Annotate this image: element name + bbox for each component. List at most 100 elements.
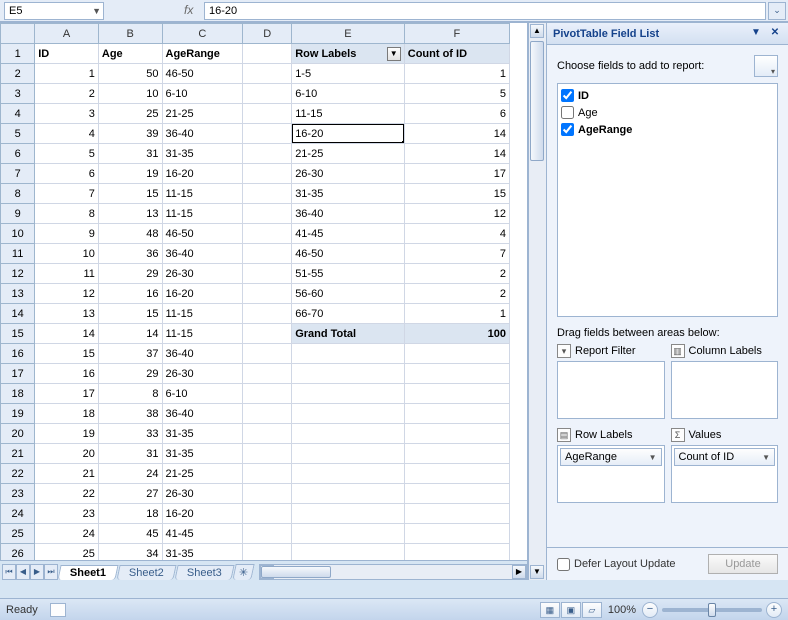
scroll-right-icon[interactable]: ▶ [512,565,526,579]
chevron-down-icon[interactable]: ▼ [762,453,770,462]
cell-B25[interactable]: 45 [98,524,162,544]
cell-B1[interactable]: Age [98,44,162,64]
cell-F25[interactable] [404,524,509,544]
field-checkbox-id[interactable] [561,89,574,102]
row-header-17[interactable]: 17 [1,364,35,384]
field-checkbox-age[interactable] [561,106,574,119]
cell-E26[interactable] [292,544,405,561]
select-all-cell[interactable] [1,24,35,44]
cell-D17[interactable] [243,364,292,384]
column-header-C[interactable]: C [162,24,243,44]
cell-B3[interactable]: 10 [98,84,162,104]
scroll-thumb[interactable] [261,566,331,578]
cell-D23[interactable] [243,484,292,504]
cell-A15[interactable]: 14 [35,324,99,344]
cell-C10[interactable]: 46-50 [162,224,243,244]
cell-A2[interactable]: 1 [35,64,99,84]
cell-F7[interactable]: 17 [404,164,509,184]
row-header-21[interactable]: 21 [1,444,35,464]
cell-E6[interactable]: 21-25 [292,144,405,164]
horizontal-scrollbar[interactable]: ◀ ▶ [259,564,527,580]
cell-C23[interactable]: 26-30 [162,484,243,504]
cell-B22[interactable]: 24 [98,464,162,484]
cell-C14[interactable]: 11-15 [162,304,243,324]
view-page-layout-button[interactable]: ▣ [561,602,581,618]
cell-C2[interactable]: 46-50 [162,64,243,84]
tab-nav-last[interactable]: ⏭ [44,564,58,580]
view-page-break-button[interactable]: ▱ [582,602,602,618]
cell-F20[interactable] [404,424,509,444]
cell-D25[interactable] [243,524,292,544]
cell-D9[interactable] [243,204,292,224]
scroll-down-icon[interactable]: ▼ [530,565,544,579]
area-row-labels[interactable]: AgeRange▼ [557,445,665,503]
cell-A22[interactable]: 21 [35,464,99,484]
cell-C25[interactable]: 41-45 [162,524,243,544]
cell-E2[interactable]: 1-5 [292,64,405,84]
cell-B8[interactable]: 15 [98,184,162,204]
cell-A13[interactable]: 12 [35,284,99,304]
cell-B6[interactable]: 31 [98,144,162,164]
cell-D19[interactable] [243,404,292,424]
cell-E23[interactable] [292,484,405,504]
cell-A8[interactable]: 7 [35,184,99,204]
row-header-24[interactable]: 24 [1,504,35,524]
row-header-1[interactable]: 1 [1,44,35,64]
tab-nav-prev[interactable]: ◀ [16,564,30,580]
cell-C3[interactable]: 6-10 [162,84,243,104]
cell-D22[interactable] [243,464,292,484]
cell-E21[interactable] [292,444,405,464]
cell-F23[interactable] [404,484,509,504]
cell-A14[interactable]: 13 [35,304,99,324]
cell-B16[interactable]: 37 [98,344,162,364]
cell-B11[interactable]: 36 [98,244,162,264]
row-header-23[interactable]: 23 [1,484,35,504]
tab-nav-first[interactable]: ⏮ [2,564,16,580]
zoom-slider-knob[interactable] [708,603,716,617]
cell-A25[interactable]: 24 [35,524,99,544]
cell-A20[interactable]: 19 [35,424,99,444]
defer-layout-checkbox-input[interactable] [557,558,570,571]
cell-E8[interactable]: 31-35 [292,184,405,204]
column-header-D[interactable]: D [243,24,292,44]
cell-B21[interactable]: 31 [98,444,162,464]
cell-E22[interactable] [292,464,405,484]
tab-sheet3[interactable]: Sheet3 [174,565,234,580]
cell-F21[interactable] [404,444,509,464]
cell-F24[interactable] [404,504,509,524]
row-header-15[interactable]: 15 [1,324,35,344]
cell-F14[interactable]: 1 [404,304,509,324]
field-checkbox-agerange[interactable] [561,123,574,136]
formula-input[interactable] [204,2,766,20]
tab-nav-next[interactable]: ▶ [30,564,44,580]
cell-E10[interactable]: 41-45 [292,224,405,244]
cell-C17[interactable]: 26-30 [162,364,243,384]
row-header-11[interactable]: 11 [1,244,35,264]
cell-E17[interactable] [292,364,405,384]
tab-sheet2[interactable]: Sheet2 [116,565,176,580]
tab-new[interactable]: ✳ [232,564,255,580]
cell-A9[interactable]: 8 [35,204,99,224]
cell-E14[interactable]: 66-70 [292,304,405,324]
chevron-down-icon[interactable]: ▼ [749,27,763,41]
cell-F8[interactable]: 15 [404,184,509,204]
cell-E7[interactable]: 26-30 [292,164,405,184]
row-header-7[interactable]: 7 [1,164,35,184]
cell-B13[interactable]: 16 [98,284,162,304]
cell-D21[interactable] [243,444,292,464]
cell-A3[interactable]: 2 [35,84,99,104]
column-header-E[interactable]: E [292,24,405,44]
cell-A11[interactable]: 10 [35,244,99,264]
cell-C13[interactable]: 16-20 [162,284,243,304]
cell-F19[interactable] [404,404,509,424]
row-header-19[interactable]: 19 [1,404,35,424]
macro-record-icon[interactable] [50,603,66,617]
cell-B4[interactable]: 25 [98,104,162,124]
zoom-slider[interactable] [662,608,762,612]
cell-B26[interactable]: 34 [98,544,162,561]
cell-B5[interactable]: 39 [98,124,162,144]
cell-D8[interactable] [243,184,292,204]
row-header-5[interactable]: 5 [1,124,35,144]
cell-D12[interactable] [243,264,292,284]
cell-D11[interactable] [243,244,292,264]
